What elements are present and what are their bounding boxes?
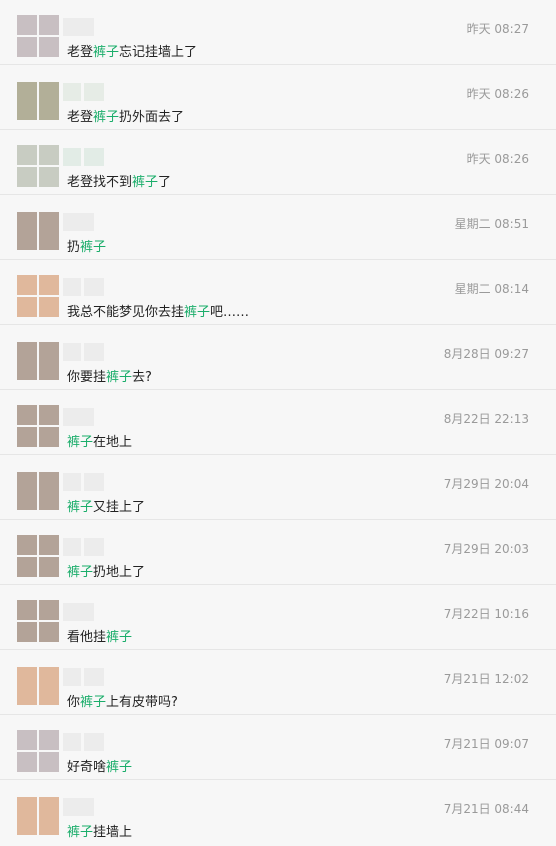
avatar[interactable] [17, 80, 59, 122]
message-time: 7月21日 08:44 [443, 802, 529, 816]
message-preview: 好奇啥裤子 [67, 756, 132, 775]
search-keyword-highlight: 裤子 [184, 305, 211, 320]
conversation-row[interactable]: 8月28日 09:27 你要挂裤子去? [0, 325, 556, 390]
message-text-after: 扔地上了 [93, 565, 146, 580]
message-preview: 你要挂裤子去? [67, 366, 152, 385]
message-text-before: 你要挂 [67, 370, 107, 385]
message-preview: 看他挂裤子 [67, 626, 132, 645]
avatar[interactable] [17, 665, 59, 707]
search-keyword-highlight: 裤子 [106, 630, 133, 645]
search-keyword-highlight: 裤子 [67, 565, 94, 580]
message-preview: 老登裤子扔外面去了 [67, 106, 184, 125]
avatar[interactable] [17, 535, 59, 577]
message-preview: 老登裤子忘记挂墙上了 [67, 41, 197, 60]
avatar[interactable] [17, 600, 59, 642]
conversation-row[interactable]: 星期二 08:51 扔裤子 [0, 195, 556, 260]
search-keyword-highlight: 裤子 [80, 695, 107, 710]
avatar[interactable] [17, 470, 59, 512]
contact-name-redacted [63, 733, 104, 751]
message-text-before: 老登找不到 [67, 175, 133, 190]
message-preview: 扔裤子 [67, 236, 106, 255]
message-time: 星期二 08:51 [454, 217, 529, 231]
message-time: 7月29日 20:04 [443, 477, 529, 491]
contact-name-redacted [63, 538, 104, 556]
avatar[interactable] [17, 340, 59, 382]
contact-name-redacted [63, 18, 94, 36]
message-time: 8月22日 22:13 [443, 412, 529, 426]
contact-name-redacted [63, 278, 104, 296]
message-text-after: 扔外面去了 [119, 110, 185, 125]
conversation-list: 昨天 08:27 老登裤子忘记挂墙上了 昨天 08:26 老登裤子扔外面去了 昨天 08… [0, 0, 556, 845]
conversation-row[interactable]: 昨天 08:26 老登找不到裤子了 [0, 130, 556, 195]
search-keyword-highlight: 裤子 [106, 370, 133, 385]
conversation-row[interactable]: 7月21日 08:44 裤子挂墙上 [0, 780, 556, 845]
conversation-row[interactable]: 昨天 08:26 老登裤子扔外面去了 [0, 65, 556, 130]
avatar[interactable] [17, 210, 59, 252]
contact-name-redacted [63, 668, 104, 686]
contact-name-redacted [63, 83, 104, 101]
message-preview: 我总不能梦见你去挂裤子吧…… [67, 301, 249, 320]
message-time: 昨天 08:26 [466, 87, 529, 101]
search-keyword-highlight: 裤子 [67, 435, 94, 450]
message-text-before: 扔 [67, 240, 81, 255]
message-text-before: 好奇啥 [67, 760, 107, 775]
conversation-row[interactable]: 7月21日 09:07 好奇啥裤子 [0, 715, 556, 780]
search-keyword-highlight: 裤子 [67, 500, 94, 515]
message-text-before: 我总不能梦见你去挂 [67, 305, 185, 320]
message-text-before: 老登 [67, 110, 94, 125]
message-text-before: 老登 [67, 45, 94, 60]
message-time: 星期二 08:14 [454, 282, 529, 296]
search-keyword-highlight: 裤子 [80, 240, 107, 255]
conversation-row[interactable]: 7月21日 12:02 你裤子上有皮带吗? [0, 650, 556, 715]
message-preview: 裤子挂墙上 [67, 821, 132, 840]
message-time: 8月28日 09:27 [443, 347, 529, 361]
message-preview: 裤子扔地上了 [67, 561, 145, 580]
conversation-row[interactable]: 8月22日 22:13 裤子在地上 [0, 390, 556, 455]
message-text-after: 了 [158, 175, 172, 190]
message-text-after: 又挂上了 [93, 500, 146, 515]
message-text-after: 上有皮带吗? [106, 695, 178, 710]
message-text-after: 吧…… [210, 305, 250, 320]
conversation-row[interactable]: 星期二 08:14 我总不能梦见你去挂裤子吧…… [0, 260, 556, 325]
search-keyword-highlight: 裤子 [93, 110, 120, 125]
message-time: 7月29日 20:03 [443, 542, 529, 556]
message-time: 昨天 08:27 [466, 22, 529, 36]
conversation-row[interactable]: 7月29日 20:03 裤子扔地上了 [0, 520, 556, 585]
contact-name-redacted [63, 213, 94, 231]
search-keyword-highlight: 裤子 [132, 175, 159, 190]
contact-name-redacted [63, 798, 94, 816]
message-preview: 裤子在地上 [67, 431, 132, 450]
contact-name-redacted [63, 148, 104, 166]
message-time: 7月21日 12:02 [443, 672, 529, 686]
message-preview: 裤子又挂上了 [67, 496, 145, 515]
message-text-before: 看他挂 [67, 630, 107, 645]
avatar[interactable] [17, 730, 59, 772]
conversation-row[interactable]: 7月29日 20:04 裤子又挂上了 [0, 455, 556, 520]
search-keyword-highlight: 裤子 [67, 825, 94, 840]
conversation-row[interactable]: 7月22日 10:16 看他挂裤子 [0, 585, 556, 650]
message-time: 昨天 08:26 [466, 152, 529, 166]
message-preview: 你裤子上有皮带吗? [67, 691, 178, 710]
avatar[interactable] [17, 15, 59, 57]
message-text-after: 忘记挂墙上了 [119, 45, 198, 60]
avatar[interactable] [17, 145, 59, 187]
contact-name-redacted [63, 473, 104, 491]
contact-name-redacted [63, 408, 94, 426]
search-keyword-highlight: 裤子 [106, 760, 133, 775]
conversation-row[interactable]: 昨天 08:27 老登裤子忘记挂墙上了 [0, 0, 556, 65]
contact-name-redacted [63, 343, 104, 361]
message-preview: 老登找不到裤子了 [67, 171, 171, 190]
message-text-after: 在地上 [93, 435, 133, 450]
message-time: 7月22日 10:16 [443, 607, 529, 621]
contact-name-redacted [63, 603, 94, 621]
avatar[interactable] [17, 795, 59, 837]
message-text-after: 去? [132, 370, 152, 385]
message-time: 7月21日 09:07 [443, 737, 529, 751]
search-keyword-highlight: 裤子 [93, 45, 120, 60]
avatar[interactable] [17, 405, 59, 447]
message-text-before: 你 [67, 695, 81, 710]
message-text-after: 挂墙上 [93, 825, 133, 840]
avatar[interactable] [17, 275, 59, 317]
